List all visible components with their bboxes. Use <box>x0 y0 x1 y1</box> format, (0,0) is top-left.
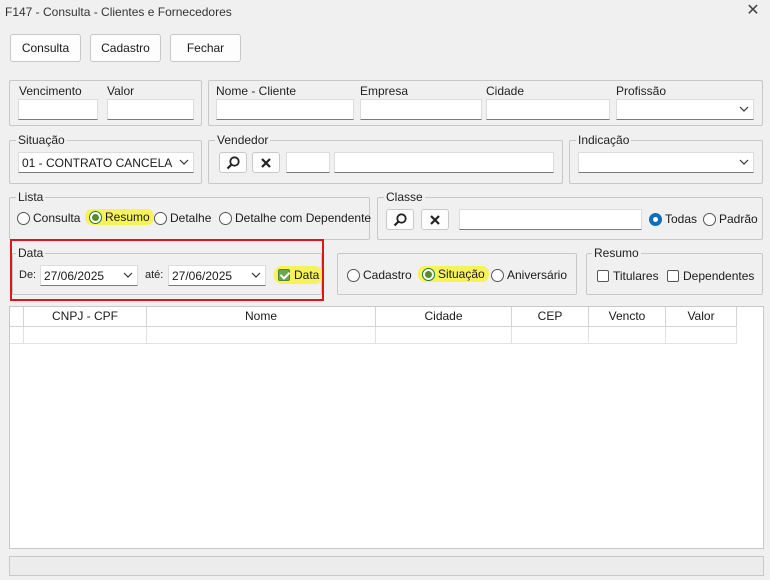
classe-clear-button[interactable] <box>421 209 449 230</box>
window-title: F147 - Consulta - Clientes e Fornecedore… <box>5 5 232 19</box>
chevron-down-icon <box>739 106 749 112</box>
titulares-checkbox[interactable]: Titulares <box>597 269 659 283</box>
chevron-down-icon <box>179 159 189 165</box>
nome-cliente-input[interactable] <box>216 99 354 120</box>
table-cell[interactable] <box>147 327 376 344</box>
tipo-cadastro-label: Cadastro <box>363 268 412 282</box>
row-indicator <box>10 327 24 344</box>
vendedor-search-button[interactable] <box>219 152 247 173</box>
table-cell[interactable] <box>589 327 666 344</box>
fechar-button[interactable]: Fechar <box>170 34 241 62</box>
valor-label: Valor <box>107 84 135 98</box>
lista-resumo-label: Resumo <box>105 210 150 224</box>
column-header-vencto[interactable]: Vencto <box>589 307 666 327</box>
table-cell[interactable] <box>666 327 737 344</box>
search-icon <box>393 212 407 226</box>
lista-detalhe-label: Detalhe <box>170 211 212 225</box>
search-icon <box>226 155 240 169</box>
situacao-select[interactable]: 01 - CONTRATO CANCELA <box>18 152 194 173</box>
cidade-input[interactable] <box>486 99 610 120</box>
title-bar: F147 - Consulta - Clientes e Fornecedore… <box>0 0 770 24</box>
indicacao-select[interactable] <box>578 152 754 173</box>
classe-todas-label: Todas <box>665 212 698 226</box>
column-header-cnpj[interactable]: CNPJ - CPF <box>24 307 147 327</box>
tipo-aniversario-label: Aniversário <box>507 268 568 282</box>
radio-icon <box>491 268 504 282</box>
dependentes-checkbox[interactable]: Dependentes <box>667 269 754 283</box>
column-header-cep[interactable]: CEP <box>512 307 589 327</box>
vencimento-label: Vencimento <box>19 84 82 98</box>
lista-consulta-radio[interactable]: Consulta <box>17 211 80 225</box>
classe-todas-radio[interactable]: Todas <box>649 212 697 226</box>
radio-icon <box>17 211 30 225</box>
empresa-input[interactable] <box>360 99 482 120</box>
situacao-label: Situação <box>16 133 67 147</box>
table-cell[interactable] <box>512 327 589 344</box>
classe-label: Classe <box>384 190 425 204</box>
tipo-situacao-label: Situação <box>438 267 485 281</box>
radio-selected-icon <box>649 212 662 226</box>
tipo-cadastro-radio[interactable]: Cadastro <box>347 268 412 282</box>
lista-detalhe-dependente-radio[interactable]: Detalhe com Dependente <box>219 211 371 225</box>
clear-icon <box>261 157 271 168</box>
cadastro-button[interactable]: Cadastro <box>90 34 161 62</box>
column-header-valor[interactable]: Valor <box>666 307 737 327</box>
radio-icon <box>347 268 360 282</box>
consulta-button[interactable]: Consulta <box>10 34 81 62</box>
lista-detalhe-dependente-label: Detalhe com Dependente <box>235 211 372 225</box>
classe-input[interactable] <box>459 209 642 230</box>
classe-padrao-label: Padrão <box>719 212 758 226</box>
table-cell[interactable] <box>24 327 147 344</box>
situacao-value: 01 - CONTRATO CANCELA <box>22 156 173 170</box>
checkbox-icon <box>597 270 609 282</box>
table-cell[interactable] <box>376 327 512 344</box>
profissao-select[interactable] <box>616 99 754 120</box>
radio-icon <box>154 211 167 225</box>
valor-input[interactable] <box>107 99 194 120</box>
classe-padrao-radio[interactable]: Padrão <box>703 212 758 226</box>
highlight-marker: Resumo <box>85 209 154 225</box>
row-indicator-header <box>10 307 24 327</box>
lista-detalhe-radio[interactable]: Detalhe <box>154 211 211 225</box>
annotation-red-box <box>10 239 324 301</box>
resumo-label: Resumo <box>592 246 641 260</box>
classe-search-button[interactable] <box>386 209 414 230</box>
nome-cliente-label: Nome - Cliente <box>216 84 297 98</box>
column-header-cidade[interactable]: Cidade <box>376 307 512 327</box>
status-bar <box>9 556 764 576</box>
tipo-aniversario-radio[interactable]: Aniversário <box>491 268 567 282</box>
radio-selected-icon <box>89 210 102 224</box>
indicacao-label: Indicação <box>576 133 632 147</box>
empresa-label: Empresa <box>360 84 409 98</box>
chevron-down-icon <box>739 159 749 165</box>
clear-icon <box>430 214 440 225</box>
cidade-label: Cidade <box>486 84 525 98</box>
checkbox-icon <box>667 270 679 282</box>
vencimento-input[interactable] <box>18 99 98 120</box>
vendedor-label: Vendedor <box>215 133 271 147</box>
vendedor-name-input[interactable] <box>334 152 554 173</box>
radio-selected-icon <box>422 267 435 281</box>
radio-icon <box>219 211 232 225</box>
vendedor-clear-button[interactable] <box>252 152 280 173</box>
column-header-nome[interactable]: Nome <box>147 307 376 327</box>
tipo-situacao-radio[interactable]: Situação <box>418 266 489 282</box>
highlight-marker: Situação <box>418 266 489 282</box>
lista-label: Lista <box>16 190 46 204</box>
profissao-label: Profissão <box>616 84 667 98</box>
lista-consulta-label: Consulta <box>33 211 81 225</box>
vendedor-code-input[interactable] <box>286 152 330 173</box>
close-icon[interactable]: ✕ <box>744 2 762 20</box>
lista-resumo-radio[interactable]: Resumo <box>85 209 154 225</box>
results-grid[interactable]: CNPJ - CPF Nome Cidade CEP Vencto Valor <box>9 306 764 549</box>
dependentes-label: Dependentes <box>683 269 755 283</box>
titulares-label: Titulares <box>613 269 659 283</box>
radio-icon <box>703 212 716 226</box>
